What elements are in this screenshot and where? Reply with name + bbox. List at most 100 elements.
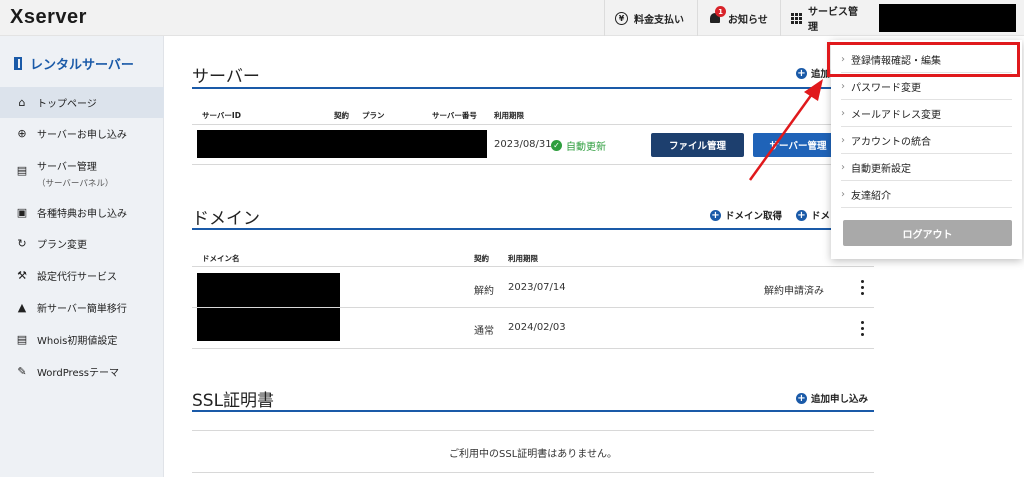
menu-item-account-merge[interactable]: › アカウントの統合: [841, 127, 1012, 154]
chevron-right-icon: ›: [841, 134, 845, 146]
domain-acquire-link[interactable]: + ドメイン取得: [710, 208, 782, 222]
domain-row-2-menu-icon[interactable]: [861, 321, 865, 336]
account-menu-button[interactable]: [879, 4, 1016, 32]
document-icon: ▤: [16, 333, 28, 346]
menu-item-password-change[interactable]: › パスワード変更: [841, 73, 1012, 100]
domain-row-2-expiry: 2024/02/03: [508, 322, 566, 333]
auto-renew-label: 自動更新: [566, 142, 606, 153]
plus-circle-icon: ⊕: [17, 127, 27, 140]
col-contract: 契約: [334, 111, 349, 120]
chevron-right-icon: ›: [841, 161, 845, 173]
file-manager-button[interactable]: ファイル管理: [651, 133, 744, 157]
ssl-add-link[interactable]: + 追加申し込み: [796, 391, 868, 405]
sidebar-item-top-page[interactable]: ⌂ トップページ: [0, 87, 164, 118]
sidebar-item-label: WordPressテーマ: [37, 368, 120, 379]
nav-notifications-label: お知らせ: [728, 14, 768, 26]
col-domain-name: ドメイン名: [202, 254, 240, 263]
col-domain-expiry: 利用期限: [508, 254, 538, 263]
bell-icon: 1: [708, 6, 726, 25]
migrate-icon: ▲: [17, 301, 27, 314]
chevron-right-icon: ›: [841, 188, 845, 200]
highlight-box: [827, 42, 1020, 77]
yen-icon: ¥: [615, 11, 628, 25]
domain-row-1-menu-icon[interactable]: [861, 280, 865, 295]
sidebar-item-benefits[interactable]: ▣ 各種特典お申し込み: [0, 197, 164, 228]
col-server-number: サーバー番号: [432, 111, 477, 120]
sidebar-title[interactable]: レンタルサーバー: [14, 54, 134, 73]
nav-service-management-label: サービス管理: [808, 7, 858, 33]
menu-item-auto-renew-settings[interactable]: › 自動更新設定: [841, 154, 1012, 181]
server-expiry: 2023/08/31: [494, 139, 552, 150]
wrench-icon: ⚒: [17, 269, 27, 282]
menu-item-label: 自動更新設定: [851, 163, 911, 175]
server-id-redacted: [197, 130, 487, 158]
menu-item-email-change[interactable]: › メールアドレス変更: [841, 100, 1012, 127]
top-bar: Xserver ¥ 料金支払い 1 お知らせ サービス管理: [0, 0, 1024, 36]
sidebar-item-server-management[interactable]: ▤ サーバー管理 （サーバーパネル）: [0, 152, 164, 192]
chevron-right-icon: ›: [841, 107, 845, 119]
check-icon: ✓: [551, 140, 562, 151]
domain-section-title: ドメイン: [192, 209, 260, 229]
domain-row-1-contract: 解約: [474, 286, 494, 297]
sidebar-item-label: 各種特典お申し込み: [37, 209, 127, 220]
sidebar-item-server-migration[interactable]: ▲ 新サーバー簡単移行: [0, 292, 164, 323]
domain-row-1-note: 解約申請済み: [764, 286, 824, 297]
domain-add-label: ドメ: [811, 211, 831, 222]
sidebar-item-server-application[interactable]: ⊕ サーバーお申し込み: [0, 118, 164, 149]
refresh-icon: ↻: [17, 237, 27, 250]
notification-badge: 1: [715, 6, 726, 17]
plus-icon: +: [796, 209, 807, 221]
sidebar-item-plan-change[interactable]: ↻ プラン変更: [0, 228, 164, 259]
menu-item-label: アカウントの統合: [851, 136, 931, 148]
logout-button[interactable]: ログアウト: [843, 220, 1012, 246]
server-panel-icon: ▤: [16, 163, 28, 177]
plus-icon: +: [796, 392, 807, 404]
col-plan: プラン: [362, 111, 385, 120]
auto-renew-status: ✓ 自動更新: [551, 138, 606, 153]
nav-billing[interactable]: ¥ 料金支払い: [604, 0, 694, 36]
plus-icon: +: [710, 209, 721, 221]
menu-item-label: メールアドレス変更: [851, 109, 941, 121]
sidebar-item-label: トップページ: [37, 99, 97, 110]
server-section-title: サーバー: [192, 67, 260, 87]
home-icon: ⌂: [18, 96, 26, 109]
domain-section-divider: [192, 228, 874, 230]
domain-acquire-label: ドメイン取得: [725, 211, 783, 222]
sidebar: レンタルサーバー ⌂ トップページ ⊕ サーバーお申し込み ▤ サーバー管理 （…: [0, 36, 164, 477]
server-section-divider: [192, 87, 874, 89]
menu-item-label: 友達紹介: [851, 190, 891, 202]
menu-item-friend-referral[interactable]: › 友達紹介: [841, 181, 1012, 208]
sidebar-item-sublabel: （サーバーパネル）: [37, 179, 114, 189]
edit-icon: ✎: [17, 365, 27, 378]
sidebar-item-label: 設定代行サービス: [37, 272, 117, 283]
sidebar-item-whois[interactable]: ▤ Whois初期値設定: [0, 324, 164, 355]
sidebar-title-label: レンタルサーバー: [30, 58, 134, 73]
ssl-section-divider: [192, 410, 874, 412]
nav-billing-label: 料金支払い: [634, 14, 684, 26]
server-panel-button[interactable]: サーバー管理: [753, 133, 843, 157]
ssl-section-title: SSL証明書: [192, 391, 275, 411]
domain-row-2-contract: 通常: [474, 326, 494, 337]
sidebar-item-label: サーバー管理: [37, 162, 97, 173]
gift-icon: ▣: [16, 206, 28, 219]
col-server-id: サーバーID: [202, 111, 241, 120]
nav-service-management[interactable]: サービス管理: [780, 0, 876, 36]
sidebar-item-label: Whois初期値設定: [37, 336, 118, 347]
grid-icon: [791, 12, 802, 24]
sidebar-item-label: 新サーバー簡単移行: [37, 304, 127, 315]
sidebar-item-setup-service[interactable]: ⚒ 設定代行サービス: [0, 260, 164, 291]
nav-notifications[interactable]: 1 お知らせ: [697, 0, 778, 36]
sidebar-item-label: サーバーお申し込み: [37, 130, 127, 141]
domain-row-1-expiry: 2023/07/14: [508, 282, 566, 293]
xserver-logo[interactable]: Xserver: [10, 6, 87, 29]
domain-add-link[interactable]: + ドメ: [796, 208, 830, 222]
sidebar-item-wordpress-theme[interactable]: ✎ WordPressテーマ: [0, 356, 164, 387]
col-domain-contract: 契約: [474, 254, 489, 263]
ssl-add-label: 追加申し込み: [811, 394, 869, 405]
ssl-empty-message: ご利用中のSSL証明書はありません。: [449, 449, 617, 460]
chevron-right-icon: ›: [841, 80, 845, 92]
sidebar-item-label: プラン変更: [37, 240, 87, 251]
plus-icon: +: [796, 67, 807, 79]
col-expiry: 利用期限: [494, 111, 524, 120]
server-icon: [14, 57, 22, 70]
